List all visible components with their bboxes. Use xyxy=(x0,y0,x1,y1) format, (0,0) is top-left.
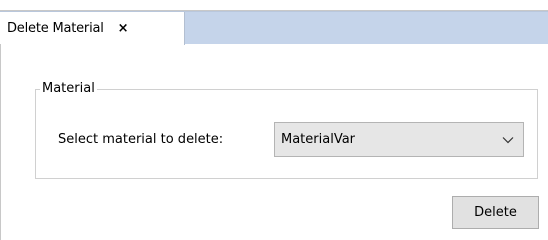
material-select[interactable]: MaterialVar xyxy=(274,122,524,157)
window-top-edge xyxy=(0,0,548,11)
close-icon[interactable]: × xyxy=(118,22,129,35)
panel-left-edge xyxy=(0,44,1,240)
select-material-label: Select material to delete: xyxy=(58,132,224,147)
groupbox-title: Material xyxy=(40,80,97,98)
chevron-down-icon xyxy=(493,136,523,144)
tab-strip: Delete Material × xyxy=(0,11,548,45)
tab-delete-material[interactable]: Delete Material × xyxy=(0,12,185,45)
delete-button[interactable]: Delete xyxy=(452,196,539,229)
tab-title: Delete Material xyxy=(7,21,104,36)
material-select-value: MaterialVar xyxy=(281,132,356,147)
